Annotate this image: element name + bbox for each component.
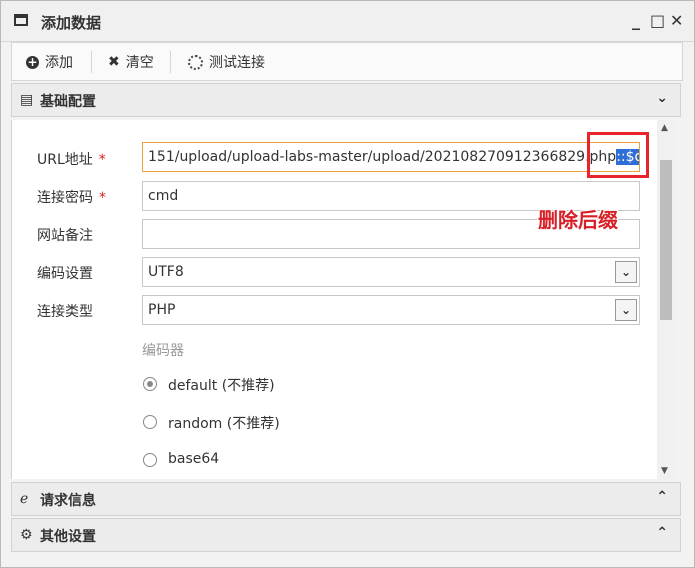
request-info-label: 请求信息 <box>40 493 96 509</box>
note-label: 网站备注 <box>37 228 93 244</box>
plus-circle-icon: + <box>26 54 39 69</box>
chevron-up-icon: ⌃ <box>656 525 668 541</box>
edge-icon: ℯ <box>20 491 29 507</box>
maximize-button[interactable]: □ <box>650 11 665 30</box>
other-settings-label: 其他设置 <box>40 529 96 545</box>
other-settings-header[interactable]: ⚙ 其他设置 ⌃ <box>11 518 681 552</box>
type-label: 连接类型 <box>37 304 93 320</box>
x-icon: ✖ <box>108 54 120 70</box>
window-title: 添加数据 <box>41 14 102 32</box>
url-text: 151/upload/upload-labs-master/upload/202… <box>148 149 617 165</box>
basic-config-header[interactable]: ▤ 基础配置 ⌄ <box>11 83 681 117</box>
add-button[interactable]: + 添加 <box>26 52 73 72</box>
chevron-down-icon: ⌄ <box>615 261 637 283</box>
password-label: 连接密码 * <box>37 190 106 206</box>
test-connection-button[interactable]: 测试连接 <box>188 52 265 72</box>
file-icon: ▤ <box>20 92 34 108</box>
type-select[interactable]: PHP ⌄ <box>142 295 640 325</box>
add-data-window: 添加数据 _ □ ✕ + 添加 ✖ 清空 测试连接 ▤ 基础配置 ⌄ URL地址… <box>0 0 695 568</box>
add-button-label: 添加 <box>45 55 73 71</box>
encoder-label-random: random (不推荐) <box>168 416 280 432</box>
window-icon <box>14 14 28 26</box>
scrollbar-thumb[interactable] <box>660 160 672 320</box>
chevron-up-icon: ⌃ <box>656 489 668 505</box>
title-bar: 添加数据 _ □ ✕ <box>1 1 694 42</box>
highlight-box <box>587 132 649 178</box>
close-button[interactable]: ✕ <box>670 11 683 30</box>
scroll-up-icon[interactable]: ▲ <box>661 123 668 133</box>
clear-button[interactable]: ✖ 清空 <box>108 52 154 72</box>
encoder-radio-base64[interactable] <box>143 453 157 467</box>
encoding-select[interactable]: UTF8 ⌄ <box>142 257 640 287</box>
spinner-icon <box>188 54 203 70</box>
url-label: URL地址 * <box>37 152 106 168</box>
annotation-text: 删除后缀 <box>538 208 618 232</box>
encoder-title: 编码器 <box>142 343 184 359</box>
encoder-label-default: default (不推荐) <box>168 378 275 394</box>
request-info-header[interactable]: ℯ 请求信息 ⌃ <box>11 482 681 516</box>
basic-config-form: URL地址 * 151/upload/upload-labs-master/upl… <box>11 120 658 479</box>
toolbar: + 添加 ✖ 清空 测试连接 <box>11 42 683 81</box>
encoder-label-base64: base64 <box>168 451 220 467</box>
gears-icon: ⚙ <box>20 527 33 543</box>
test-connection-label: 测试连接 <box>209 55 265 71</box>
encoding-label: 编码设置 <box>37 266 93 282</box>
form-scrollbar[interactable]: ▲ ▼ <box>657 120 675 479</box>
encoder-radio-random[interactable] <box>143 415 157 429</box>
chevron-down-icon: ⌄ <box>656 90 668 106</box>
scroll-down-icon[interactable]: ▼ <box>661 466 668 476</box>
clear-button-label: 清空 <box>125 55 154 71</box>
chevron-down-icon: ⌄ <box>615 299 637 321</box>
url-input[interactable]: 151/upload/upload-labs-master/upload/202… <box>142 142 640 172</box>
encoder-radio-default[interactable] <box>143 377 157 391</box>
basic-config-label: 基础配置 <box>40 94 96 110</box>
minimize-button[interactable]: _ <box>630 11 642 30</box>
